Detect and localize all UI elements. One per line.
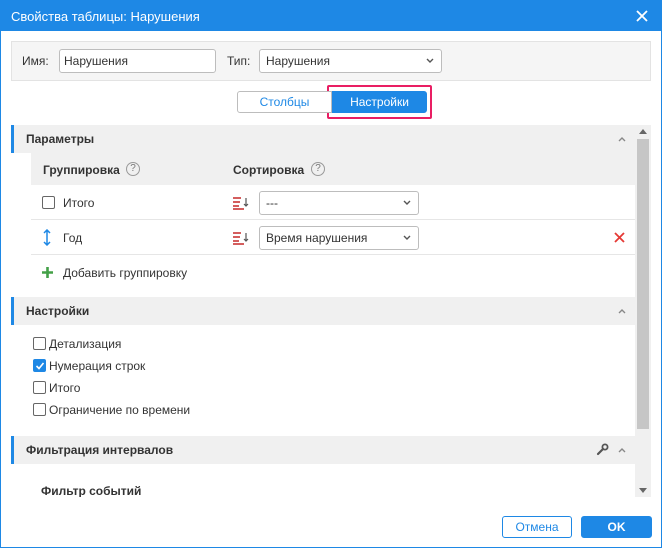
detailing-checkbox[interactable] [33, 337, 46, 350]
name-input[interactable] [59, 49, 216, 73]
type-label: Тип: [227, 54, 251, 68]
total-grouping-checkbox[interactable] [42, 196, 55, 209]
section-params-header[interactable]: Параметры [11, 125, 635, 153]
section-interval-filter-header[interactable]: Фильтрация интервалов [11, 436, 635, 464]
sort-order-icon[interactable] [232, 231, 250, 245]
drag-handle-icon[interactable] [42, 229, 52, 246]
sorting-header: Сортировка [233, 163, 305, 177]
wrench-icon[interactable] [596, 443, 609, 456]
chevron-down-icon [403, 235, 411, 240]
sort-select[interactable]: --- [259, 191, 419, 215]
checkmark-icon [35, 362, 45, 370]
grouping-row-name: Итого [63, 196, 95, 210]
add-grouping-label: Добавить группировку [63, 266, 188, 280]
section-settings-title: Настройки [26, 304, 90, 318]
chevron-up-icon[interactable] [617, 445, 627, 455]
dialog-titlebar: Свойства таблицы: Нарушения [1, 1, 661, 31]
section-interval-filter-title: Фильтрация интервалов [26, 443, 174, 457]
grouping-header: Группировка [43, 163, 120, 177]
ok-button[interactable]: OK [581, 516, 652, 538]
delete-icon[interactable] [614, 232, 625, 243]
grouping-table-header: Группировка ? Сортировка ? [31, 153, 635, 185]
scroll-up-icon[interactable] [639, 128, 647, 134]
cancel-button[interactable]: Отмена [502, 516, 572, 538]
section-settings-header[interactable]: Настройки [11, 297, 635, 325]
help-icon[interactable]: ? [126, 162, 140, 176]
sort-select-value: --- [266, 196, 278, 210]
tab-columns[interactable]: Столбцы [237, 91, 332, 113]
name-label: Имя: [22, 54, 49, 68]
grouping-row-total: Итого --- [31, 185, 635, 220]
vertical-scrollbar[interactable] [635, 125, 651, 497]
option-label: Ограничение по времени [49, 403, 191, 417]
option-label: Нумерация строк [49, 359, 146, 373]
help-icon[interactable]: ? [311, 162, 325, 176]
chevron-down-icon [403, 200, 411, 205]
type-select[interactable]: Нарушения [259, 49, 442, 73]
sort-order-icon[interactable] [232, 196, 250, 210]
chevron-down-icon [426, 58, 434, 63]
grouping-row-name: Год [63, 231, 83, 245]
scroll-down-icon[interactable] [639, 488, 647, 494]
dialog-title: Свойства таблицы: Нарушения [11, 9, 200, 24]
option-label: Детализация [49, 337, 122, 351]
grouping-row-year: Год Время нарушения [31, 220, 635, 255]
table-properties-dialog: Свойства таблицы: Нарушения Имя: Тип: На… [0, 0, 662, 548]
total-checkbox[interactable] [33, 381, 46, 394]
type-select-value: Нарушения [266, 54, 331, 68]
close-icon[interactable] [633, 7, 651, 25]
section-params-title: Параметры [26, 132, 95, 146]
scrollbar-thumb[interactable] [637, 139, 649, 429]
plus-icon [42, 267, 53, 278]
row-numbering-checkbox[interactable] [33, 359, 46, 372]
name-type-panel: Имя: Тип: Нарушения [11, 41, 651, 81]
sort-select[interactable]: Время нарушения [259, 226, 419, 250]
settings-content: Параметры Группировка ? Сортировка ? Ито… [11, 125, 651, 497]
time-limit-checkbox[interactable] [33, 403, 46, 416]
tab-settings[interactable]: Настройки [332, 91, 427, 113]
chevron-up-icon[interactable] [617, 306, 627, 316]
sort-select-value: Время нарушения [266, 231, 368, 245]
event-filter-title: Фильтр событий [41, 484, 142, 497]
chevron-up-icon[interactable] [617, 134, 627, 144]
option-label: Итого [49, 381, 81, 395]
